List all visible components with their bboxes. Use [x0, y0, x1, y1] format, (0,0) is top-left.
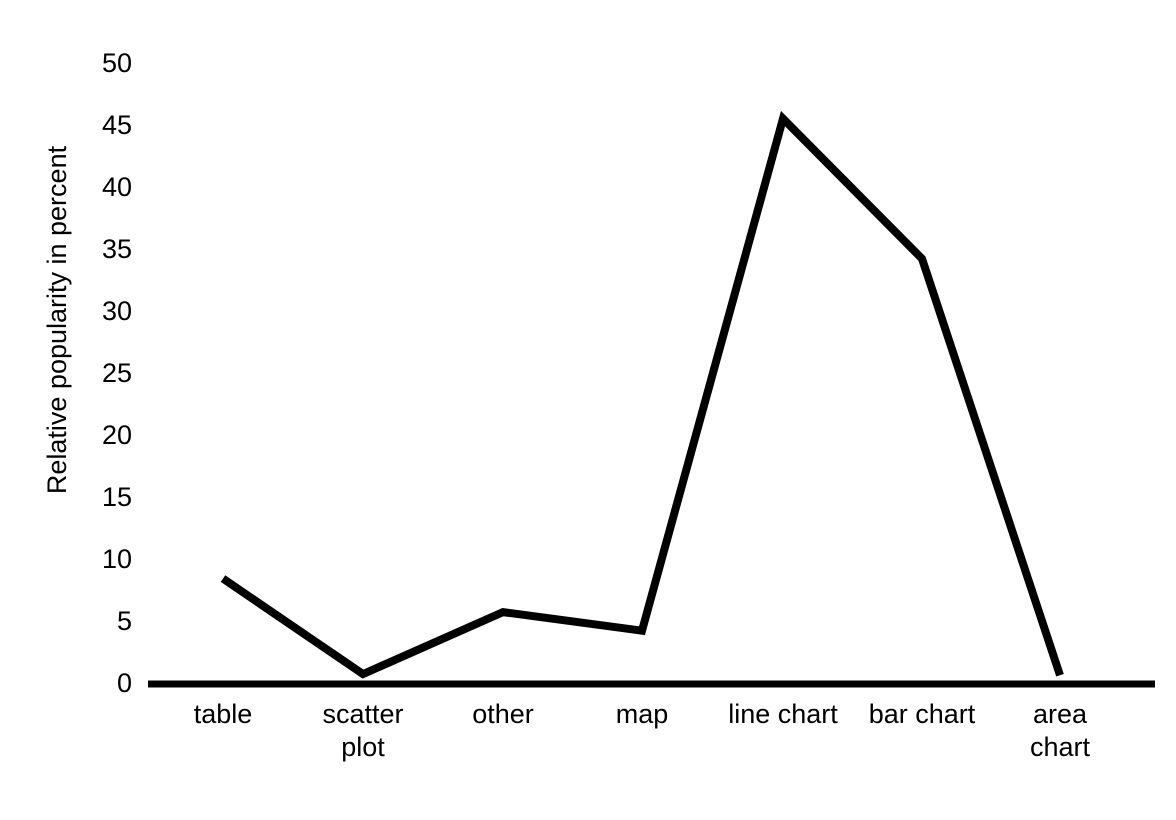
x-axis-tick-label: area chart: [985, 698, 1135, 764]
x-axis-tick-label-line: other: [472, 699, 534, 729]
x-axis-tick-label-line: bar chart: [868, 699, 976, 729]
x-axis-tick-label-line: chart: [1029, 732, 1091, 762]
x-axis-tick-label-line: map: [615, 699, 669, 729]
x-axis-tick-labels: table scatter plot other map line chart bar ch…: [0, 698, 1176, 798]
x-axis-tick-label: map: [567, 698, 717, 731]
plot-svg: [148, 110, 1155, 688]
x-axis-tick-label-line: line chart: [728, 699, 838, 729]
x-axis-tick-label-line: area: [1032, 699, 1088, 729]
x-axis-tick-label: table: [148, 698, 298, 731]
x-axis-tick-label-line: scatter: [322, 699, 404, 729]
line-chart-figure: Relative popularity in percent 50 45 40 35 3…: [0, 0, 1176, 820]
plot-area: [0, 0, 1176, 820]
x-axis-tick-label: line chart: [708, 698, 858, 731]
x-axis-tick-label: other: [428, 698, 578, 731]
data-series-line: [220, 110, 1064, 679]
x-axis-tick-label: bar chart: [847, 698, 997, 731]
x-axis-tick-label: scatter plot: [288, 698, 438, 764]
x-axis-tick-label-line: plot: [341, 732, 385, 762]
x-axis-tick-label-line: table: [193, 699, 253, 729]
